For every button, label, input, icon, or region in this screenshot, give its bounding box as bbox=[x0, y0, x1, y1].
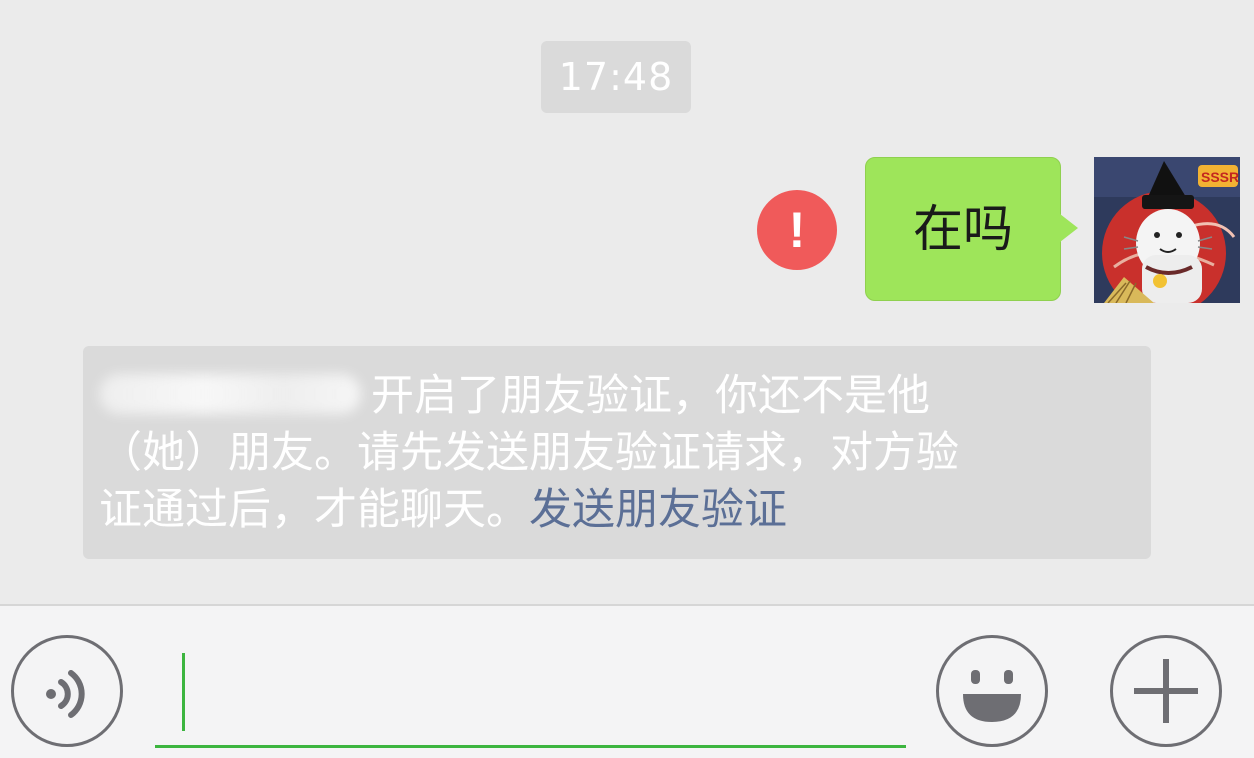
user-avatar[interactable]: SSSR bbox=[1094, 157, 1240, 303]
message-timestamp: 17:48 bbox=[541, 41, 691, 113]
outgoing-message-bubble[interactable]: 在吗 bbox=[865, 157, 1061, 301]
emoji-button[interactable] bbox=[936, 635, 1048, 747]
avatar-illustration: SSSR bbox=[1094, 157, 1240, 303]
notice-line-3: 证通过后，才能聊天。发送朋友验证 bbox=[99, 482, 1137, 539]
notice-line-2: （她）朋友。请先发送朋友验证请求，对方验 bbox=[99, 428, 959, 478]
svg-text:SSSR: SSSR bbox=[1201, 169, 1239, 185]
bubble-tail bbox=[1060, 214, 1078, 242]
send-verification-link[interactable]: 发送朋友验证 bbox=[529, 485, 787, 535]
message-input[interactable] bbox=[155, 648, 906, 748]
chat-area: 17:48 ! 在吗 SSSR 开启了朋友验证，你还不是他 （她）朋友。请先发送… bbox=[0, 0, 1254, 604]
smiley-icon bbox=[963, 670, 1021, 722]
notice-text-1: 开启了朋友验证，你还不是他 bbox=[371, 371, 930, 421]
friend-verification-notice: 开启了朋友验证，你还不是他 （她）朋友。请先发送朋友验证请求，对方验 证通过后，… bbox=[83, 346, 1151, 559]
input-bar bbox=[0, 604, 1254, 758]
send-failed-icon[interactable]: ! bbox=[757, 190, 837, 270]
notice-line-1: 开启了朋友验证，你还不是他 bbox=[99, 368, 1137, 425]
text-caret bbox=[182, 653, 185, 731]
blurred-username bbox=[99, 374, 361, 414]
more-button[interactable] bbox=[1110, 635, 1222, 747]
plus-icon bbox=[1134, 659, 1198, 723]
notice-text-3: 证通过后，才能聊天。 bbox=[99, 485, 529, 535]
voice-icon bbox=[46, 670, 85, 718]
voice-button[interactable] bbox=[11, 635, 123, 747]
